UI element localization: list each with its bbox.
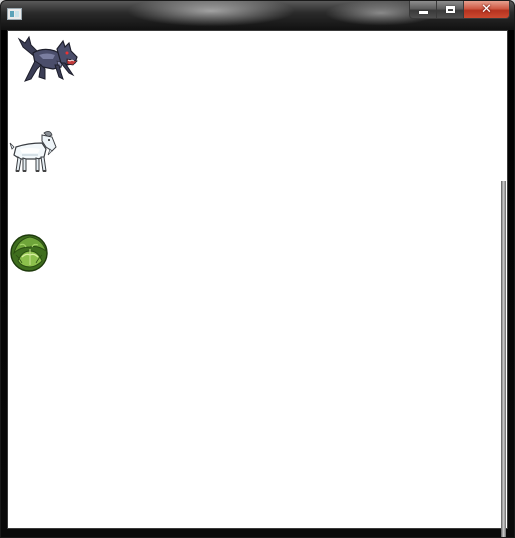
app-icon[interactable] — [7, 8, 22, 20]
minimize-button[interactable] — [409, 1, 437, 19]
goat-icon[interactable] — [8, 129, 60, 175]
minimize-icon — [418, 10, 428, 14]
maximize-icon — [445, 6, 455, 13]
right-edge-strip — [501, 181, 506, 537]
maximize-button[interactable] — [437, 1, 464, 19]
title-bar[interactable]: ✕ — [1, 1, 514, 30]
cabbage-icon[interactable] — [8, 231, 50, 273]
canvas-area[interactable] — [7, 30, 508, 537]
wolf-icon[interactable] — [17, 33, 81, 89]
close-icon: ✕ — [481, 2, 492, 17]
window-controls: ✕ — [409, 1, 510, 20]
close-button[interactable]: ✕ — [464, 1, 510, 19]
app-window: ✕ — [0, 0, 515, 538]
